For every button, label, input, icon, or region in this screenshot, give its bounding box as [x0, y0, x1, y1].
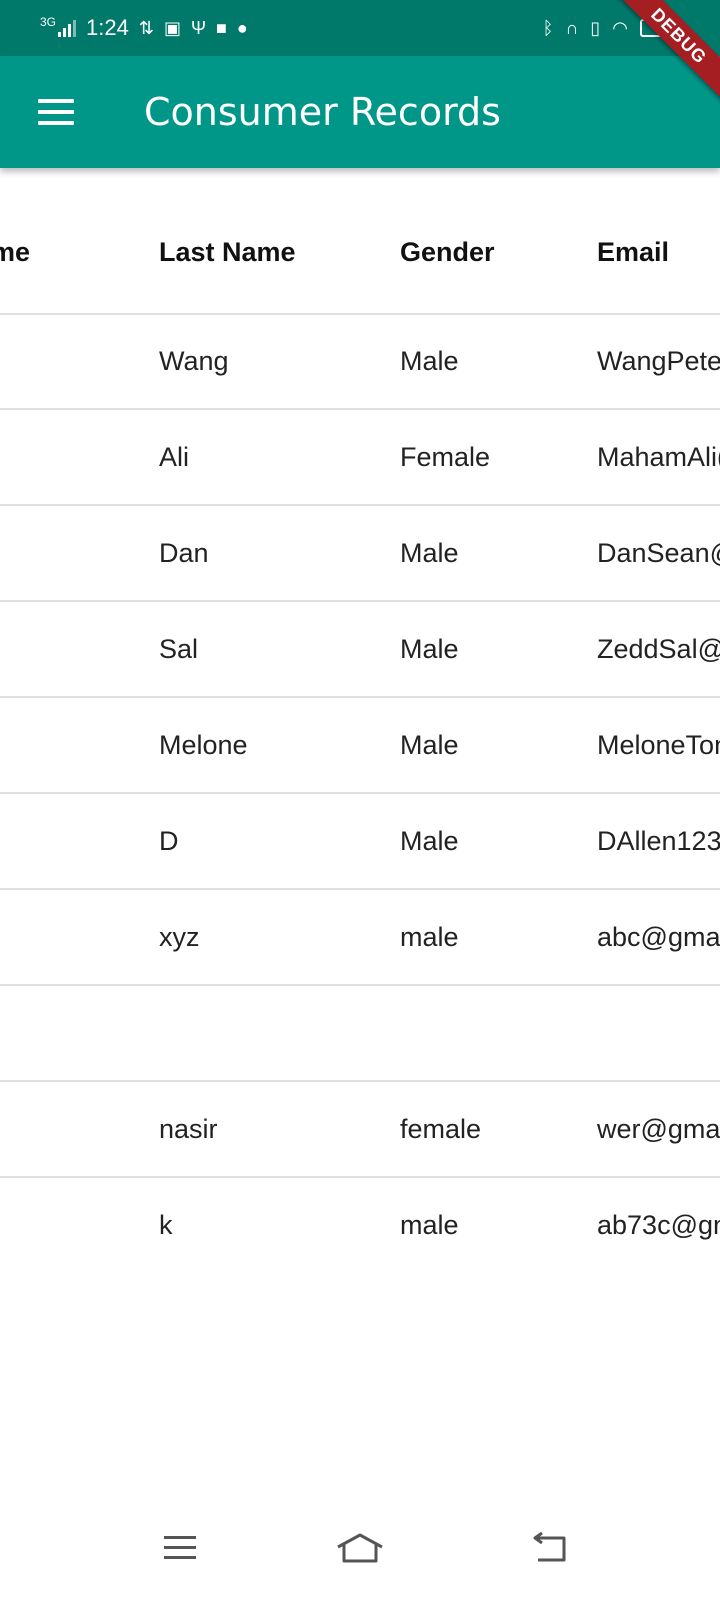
status-time: 1:24 — [86, 15, 129, 40]
cell-last-name: xyz — [159, 922, 200, 952]
table-row[interactable] — [0, 986, 720, 1082]
screen: 3G 1:24 ⇅ ▣ Ψ ■ ● ᛒ ∩ ▯ ◠ 78 DEBUG — [0, 0, 720, 1600]
cell-last-name: Wang — [159, 346, 229, 376]
status-bar: 3G 1:24 ⇅ ▣ Ψ ■ ● ᛒ ∩ ▯ ◠ 78 — [0, 0, 720, 56]
vibrate-icon: ▯ — [590, 18, 601, 38]
cell-email: ab73c@gn — [597, 1210, 720, 1240]
cell-first-name — [0, 314, 6, 408]
cell-email: abc@gmai — [597, 922, 720, 952]
column-header-email[interactable]: Email — [597, 168, 720, 313]
cell-first-name — [0, 602, 6, 696]
cell-last-name: Ali — [159, 442, 190, 472]
status-left: 3G 1:24 ⇅ ▣ Ψ ■ ● — [40, 0, 248, 56]
video-icon: ■ — [216, 18, 227, 38]
cell-email: ZeddSal@( — [597, 634, 720, 664]
cell-last-name: Dan — [159, 538, 209, 568]
table-row[interactable]: nasir female wer@gmai — [0, 1082, 720, 1178]
cell-gender: Male — [400, 634, 459, 664]
cell-gender: Male — [400, 826, 459, 856]
table-row[interactable]: Sal Male ZeddSal@( — [0, 602, 720, 698]
column-header-first-name[interactable]: ame — [0, 168, 136, 313]
table-header: ame Last Name Gender Email — [0, 168, 720, 315]
cell-last-name: k — [159, 1210, 173, 1240]
network-type: 3G — [40, 15, 57, 29]
data-activity-icon: ⇅ — [138, 18, 154, 38]
column-header-last-name[interactable]: Last Name — [159, 168, 296, 313]
cell-gender: female — [400, 1114, 482, 1144]
cell-first-name — [0, 1178, 6, 1272]
cell-email: MahamAli( — [597, 442, 720, 472]
cell-first-name — [0, 1082, 6, 1176]
table-row[interactable]: Dan Male DanSean@ — [0, 506, 720, 602]
cell-email: MeloneTon — [597, 730, 720, 760]
back-icon[interactable] — [520, 1526, 580, 1570]
table-row[interactable]: Wang Male WangPeter — [0, 314, 720, 410]
usb-icon: Ψ — [190, 18, 206, 38]
cell-gender: Male — [400, 730, 459, 760]
table-row[interactable]: k male ab73c@gn — [0, 1178, 720, 1272]
cell-gender: male — [400, 1210, 459, 1240]
recent-apps-icon[interactable] — [150, 1526, 210, 1570]
consumer-table[interactable]: ame Last Name Gender Email Wang Male Wan… — [0, 168, 720, 1498]
cell-email: WangPeter — [597, 346, 720, 376]
app-bar: Consumer Records — [0, 56, 720, 168]
wifi-icon: ◠ — [612, 18, 628, 38]
cell-gender: Female — [400, 442, 491, 472]
cell-first-name: n — [0, 410, 6, 504]
headphones-icon: ∩ — [565, 18, 579, 38]
page-title: Consumer Records — [144, 90, 501, 134]
system-nav-bar — [0, 1496, 720, 1600]
cell-gender: Male — [400, 538, 459, 568]
cell-first-name — [0, 890, 6, 984]
cell-email: DanSean@ — [597, 538, 720, 568]
bluetooth-icon: ᛒ — [542, 18, 554, 38]
cell-gender: Male — [400, 346, 459, 376]
home-icon[interactable] — [330, 1526, 390, 1570]
table-row[interactable]: xyz male abc@gmai — [0, 890, 720, 986]
table-row[interactable]: Melone Male MeloneTon — [0, 698, 720, 794]
cell-first-name — [0, 986, 6, 1080]
table-row[interactable]: n Ali Female MahamAli( — [0, 410, 720, 506]
column-header-gender[interactable]: Gender — [400, 168, 495, 313]
cell-last-name: Sal — [159, 634, 199, 664]
notification-app-icon: ▣ — [163, 18, 181, 38]
cell-email: wer@gmai — [597, 1114, 720, 1144]
cell-first-name — [0, 698, 6, 792]
cell-first-name — [0, 794, 6, 888]
cell-last-name: Melone — [159, 730, 248, 760]
cell-last-name: nasir — [159, 1114, 218, 1144]
leaf-app-icon: ● — [236, 18, 248, 38]
cell-email — [597, 986, 720, 1080]
network-signal-icon: 3G — [40, 15, 77, 37]
cell-last-name: D — [159, 826, 179, 856]
hamburger-menu-icon[interactable] — [24, 84, 88, 140]
cell-first-name — [0, 506, 6, 600]
cell-gender: male — [400, 922, 459, 952]
signal-bars-icon — [58, 19, 77, 37]
cell-email: DAllen123( — [597, 826, 720, 856]
table-row[interactable]: D Male DAllen123( — [0, 794, 720, 890]
table-body: Wang Male WangPeter n Ali Female MahamAl… — [0, 314, 720, 1272]
